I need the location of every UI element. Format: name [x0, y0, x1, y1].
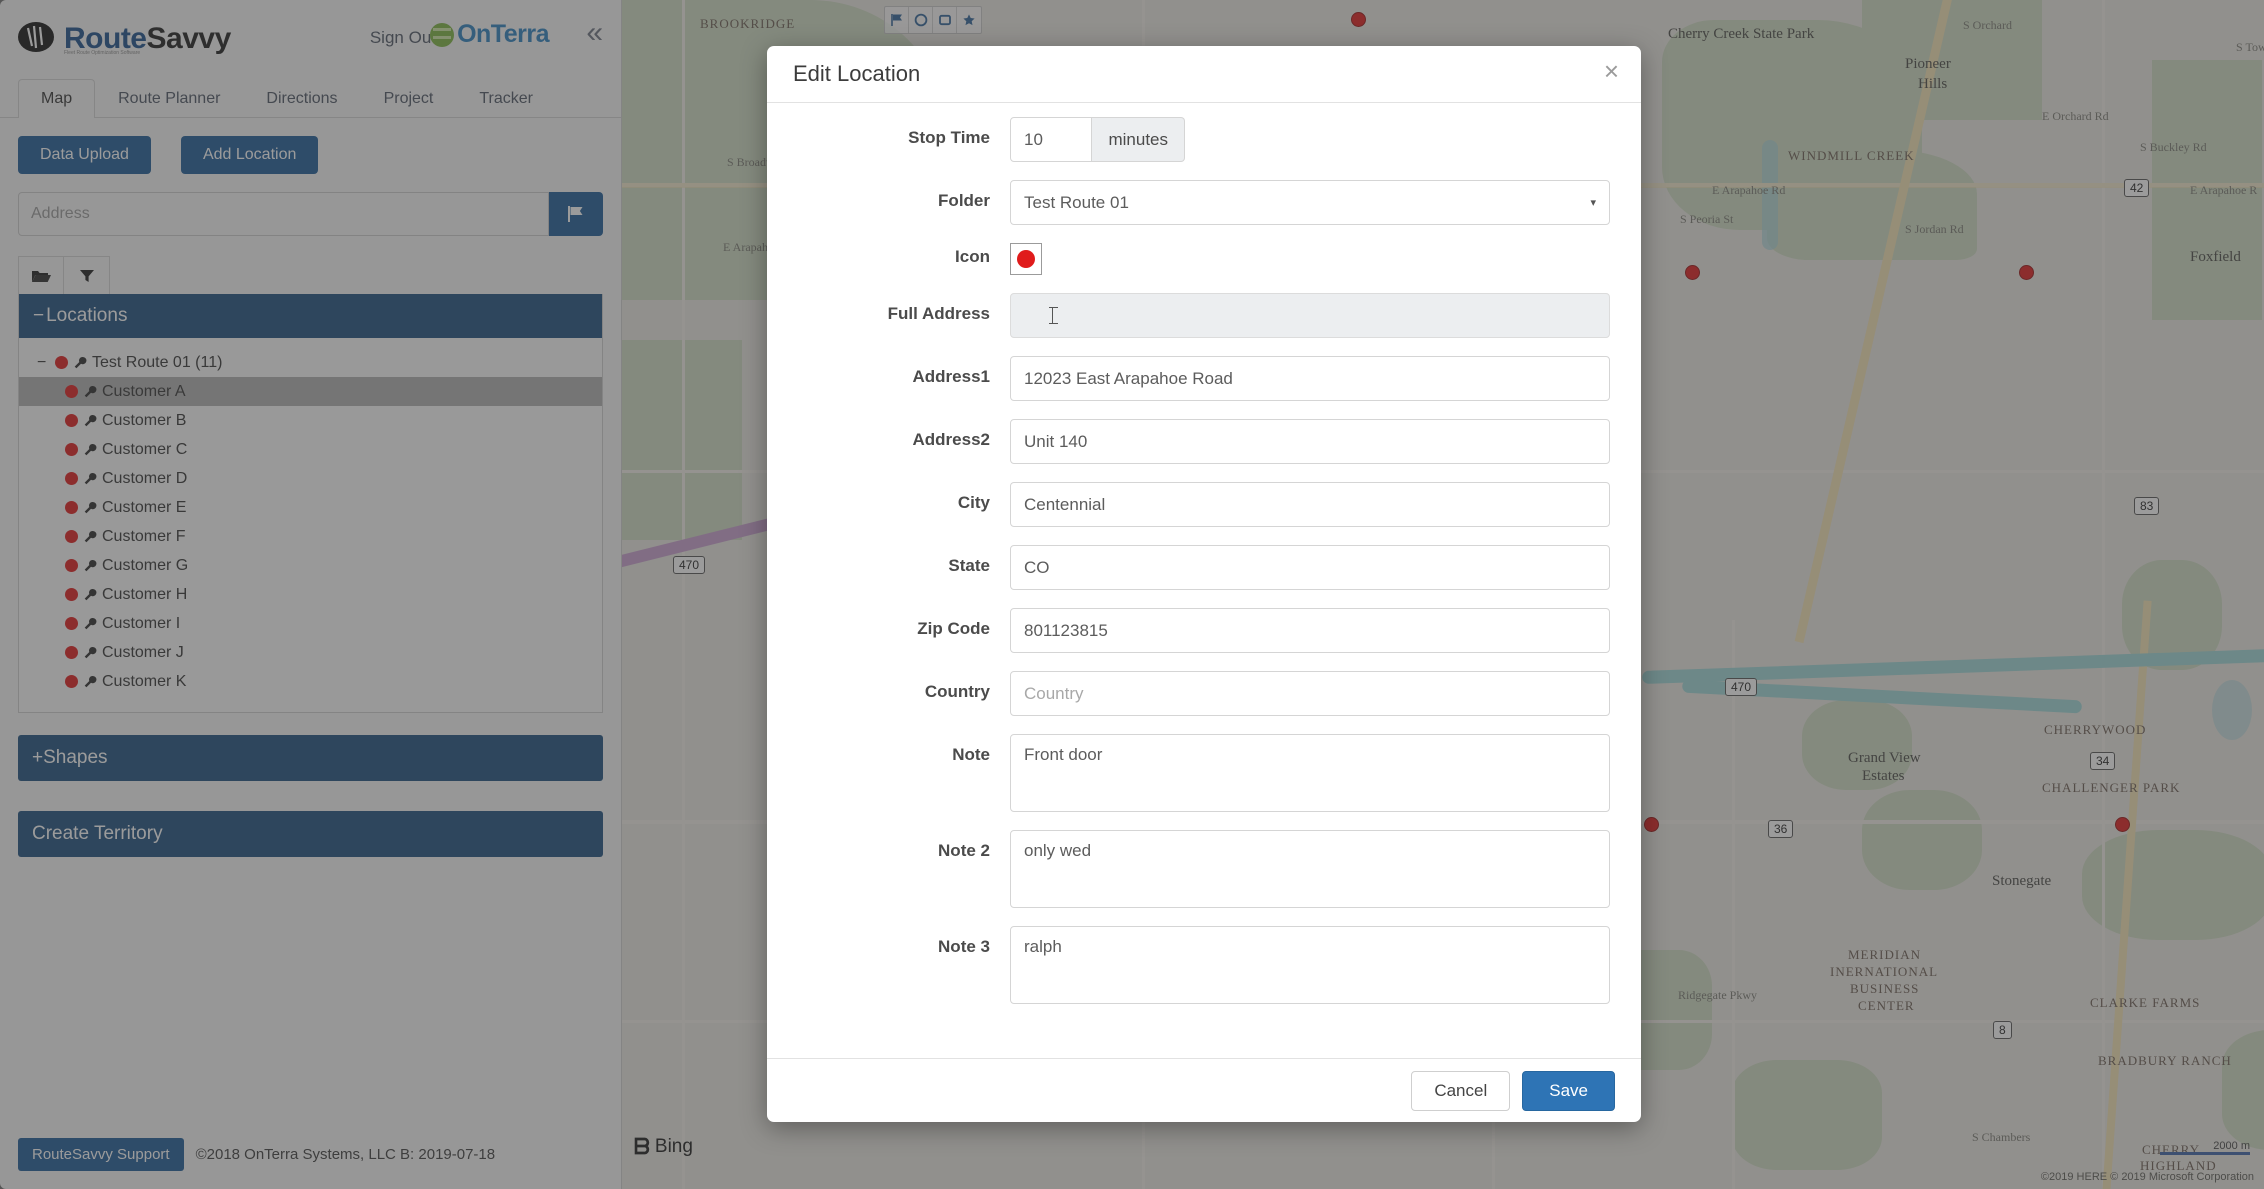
city-control: Centennial: [1010, 482, 1611, 527]
address1-control: 12023 East Arapahoe Road: [1010, 356, 1611, 401]
app-root: Cherry Creek State ParkPioneerHillsE Orc…: [0, 0, 2264, 1189]
note2-row: Note 2 only wed: [775, 830, 1611, 908]
full-address-control: [1010, 293, 1611, 338]
state-row: State CO: [775, 545, 1611, 590]
zip-control: 801123815: [1010, 608, 1611, 653]
folder-selected-value: Test Route 01: [1024, 192, 1129, 212]
zip-input[interactable]: 801123815: [1010, 608, 1610, 653]
stop-time-row: Stop Time 10 minutes: [775, 117, 1611, 162]
note2-textarea[interactable]: only wed: [1010, 830, 1610, 908]
note-row: Note Front door: [775, 734, 1611, 812]
stop-time-control: 10 minutes: [1010, 117, 1611, 162]
chevron-down-icon: ▾: [1590, 197, 1596, 209]
stop-time-input-group: 10 minutes: [1010, 117, 1185, 162]
close-icon[interactable]: ×: [1604, 58, 1619, 84]
folder-row: Folder Test Route 01 ▾: [775, 180, 1611, 225]
note-label: Note: [952, 745, 990, 764]
folder-control: Test Route 01 ▾: [1010, 180, 1611, 225]
full-address-input[interactable]: [1010, 293, 1610, 338]
red-dot-icon: [1017, 250, 1035, 268]
state-control: CO: [1010, 545, 1611, 590]
modal-title: Edit Location: [793, 61, 921, 86]
stop-time-input[interactable]: 10: [1010, 117, 1093, 162]
note3-control: ralph: [1010, 926, 1611, 1004]
country-input[interactable]: Country: [1010, 671, 1610, 716]
city-row: City Centennial: [775, 482, 1611, 527]
modal-footer: Cancel Save: [767, 1058, 1641, 1122]
folder-select[interactable]: Test Route 01 ▾: [1010, 180, 1610, 225]
state-label: State: [948, 556, 990, 575]
icon-label: Icon: [955, 247, 990, 266]
modal-body-spacer: [775, 1022, 1611, 1058]
city-label: City: [957, 493, 990, 512]
text-cursor-icon: [1049, 307, 1058, 324]
address1-row: Address1 12023 East Arapahoe Road: [775, 356, 1611, 401]
note2-control: only wed: [1010, 830, 1611, 908]
address2-label: Address2: [912, 430, 990, 449]
note3-label: Note 3: [938, 937, 990, 956]
address2-input[interactable]: Unit 140: [1010, 419, 1610, 464]
address2-control: Unit 140: [1010, 419, 1611, 464]
state-input[interactable]: CO: [1010, 545, 1610, 590]
cancel-button[interactable]: Cancel: [1411, 1070, 1511, 1111]
icon-row: Icon: [775, 243, 1611, 275]
note3-textarea[interactable]: ralph: [1010, 926, 1610, 1004]
location-icon-picker[interactable]: [1010, 243, 1042, 275]
edit-location-modal: Edit Location × Stop Time 10 minutes Fol…: [767, 46, 1641, 1122]
full-address-label: Full Address: [887, 304, 990, 323]
address1-input[interactable]: 12023 East Arapahoe Road: [1010, 356, 1610, 401]
note-textarea[interactable]: Front door: [1010, 734, 1610, 812]
save-button[interactable]: Save: [1522, 1070, 1615, 1111]
modal-header: Edit Location ×: [767, 46, 1641, 103]
address2-row: Address2 Unit 140: [775, 419, 1611, 464]
city-input[interactable]: Centennial: [1010, 482, 1610, 527]
country-control: Country: [1010, 671, 1611, 716]
stop-time-unit-label: minutes: [1092, 117, 1185, 162]
note-control: Front door: [1010, 734, 1611, 812]
country-row: Country Country: [775, 671, 1611, 716]
note2-label: Note 2: [938, 841, 990, 860]
icon-control: [1010, 243, 1611, 275]
note3-row: Note 3 ralph: [775, 926, 1611, 1004]
modal-body[interactable]: Stop Time 10 minutes Folder Test Route 0…: [767, 103, 1641, 1058]
address1-label: Address1: [912, 367, 990, 386]
country-label: Country: [924, 682, 990, 701]
zip-label: Zip Code: [917, 619, 990, 638]
folder-label: Folder: [938, 191, 990, 210]
full-address-row: Full Address: [775, 293, 1611, 338]
zip-row: Zip Code 801123815: [775, 608, 1611, 653]
stop-time-label: Stop Time: [908, 128, 990, 147]
